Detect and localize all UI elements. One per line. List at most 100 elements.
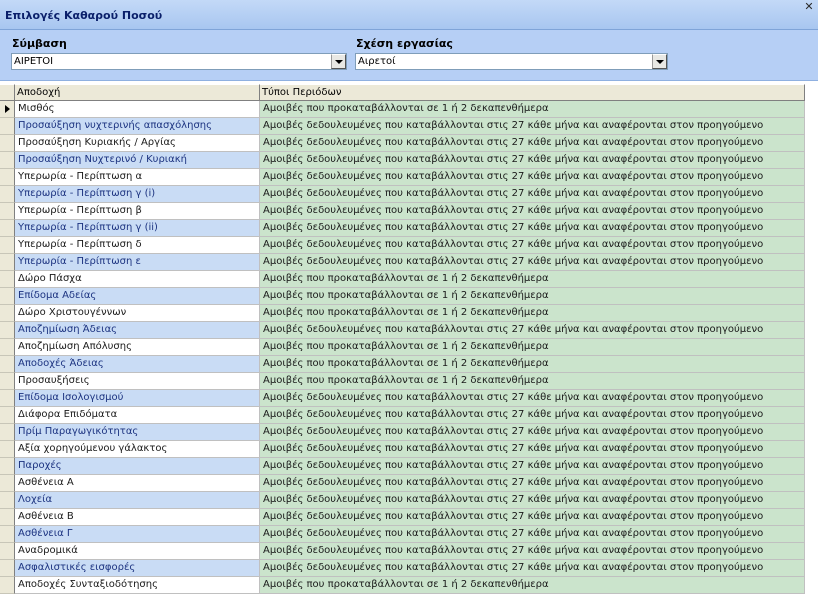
row-selector[interactable] bbox=[0, 339, 15, 356]
row-selector[interactable] bbox=[0, 458, 15, 475]
table-row[interactable]: Ασθένεια Γ Αμοιβές δεδουλευμένες που κατα… bbox=[0, 526, 818, 543]
period-type-cell[interactable]: Αμοιβές δεδουλευμένες που καταβάλλονται … bbox=[260, 152, 805, 169]
earning-cell[interactable]: Ασθένεια Γ bbox=[15, 526, 260, 543]
earning-cell[interactable]: Διάφορα Επιδόματα bbox=[15, 407, 260, 424]
earning-cell[interactable]: Υπερωρία - Περίπτωση γ (i) bbox=[15, 186, 260, 203]
employment-select[interactable]: Αιρετοί bbox=[355, 53, 668, 70]
row-selector[interactable] bbox=[0, 101, 15, 118]
table-row[interactable]: Λοχεία Αμοιβές δεδουλευμένες που καταβάλλ… bbox=[0, 492, 818, 509]
row-selector[interactable] bbox=[0, 560, 15, 577]
period-type-cell[interactable]: Αμοιβές δεδουλευμένες που καταβάλλονται … bbox=[260, 254, 805, 271]
period-type-cell[interactable]: Αμοιβές που προκαταβάλλονται σε 1 ή 2 δε… bbox=[260, 305, 805, 322]
row-selector[interactable] bbox=[0, 288, 15, 305]
earning-cell[interactable]: Αποζημίωση Απόλυσης bbox=[15, 339, 260, 356]
row-selector[interactable] bbox=[0, 220, 15, 237]
chevron-down-icon[interactable] bbox=[331, 54, 346, 69]
period-type-cell[interactable]: Αμοιβές δεδουλευμένες που καταβάλλονται … bbox=[260, 492, 805, 509]
earning-cell[interactable]: Προσαύξηση Νυχτερινό / Κυριακή bbox=[15, 152, 260, 169]
row-selector[interactable] bbox=[0, 577, 15, 594]
period-type-cell[interactable]: Αμοιβές δεδουλευμένες που καταβάλλονται … bbox=[260, 203, 805, 220]
table-row[interactable]: Υπερωρία - Περίπτωση γ (ii) Αμοιβές δεδου… bbox=[0, 220, 818, 237]
earning-cell[interactable]: Ασφαλιστικές εισφορές bbox=[15, 560, 260, 577]
period-type-cell[interactable]: Αμοιβές που προκαταβάλλονται σε 1 ή 2 δε… bbox=[260, 356, 805, 373]
row-selector[interactable] bbox=[0, 237, 15, 254]
earning-cell[interactable]: Επίδομα Αδείας bbox=[15, 288, 260, 305]
table-row[interactable]: Υπερωρία - Περίπτωση β Αμοιβές δεδουλευμέ… bbox=[0, 203, 818, 220]
period-type-cell[interactable]: Αμοιβές δεδουλευμένες που καταβάλλονται … bbox=[260, 118, 805, 135]
table-row[interactable]: Αναδρομικά Αμοιβές δεδουλευμένες που κατα… bbox=[0, 543, 818, 560]
table-row[interactable]: Προσαυξήσεις Αμοιβές που προκαταβάλλονται… bbox=[0, 373, 818, 390]
period-type-cell[interactable]: Αμοιβές δεδουλευμένες που καταβάλλονται … bbox=[260, 407, 805, 424]
earning-cell[interactable]: Αποζημίωση Άδειας bbox=[15, 322, 260, 339]
earning-cell[interactable]: Αποδοχές Συνταξιοδότησης bbox=[15, 577, 260, 594]
row-selector[interactable] bbox=[0, 407, 15, 424]
row-selector[interactable] bbox=[0, 152, 15, 169]
row-selector[interactable] bbox=[0, 305, 15, 322]
earning-cell[interactable]: Προσαύξηση Κυριακής / Αργίας bbox=[15, 135, 260, 152]
period-type-cell[interactable]: Αμοιβές δεδουλευμένες που καταβάλλονται … bbox=[260, 220, 805, 237]
row-selector[interactable] bbox=[0, 509, 15, 526]
row-selector[interactable] bbox=[0, 271, 15, 288]
row-selector[interactable] bbox=[0, 390, 15, 407]
period-type-cell[interactable]: Αμοιβές δεδουλευμένες που καταβάλλονται … bbox=[260, 509, 805, 526]
row-selector[interactable] bbox=[0, 203, 15, 220]
row-selector[interactable] bbox=[0, 373, 15, 390]
earning-cell[interactable]: Προσαύξηση νυχτερινής απασχόλησης bbox=[15, 118, 260, 135]
earning-cell[interactable]: Πρίμ Παραγωγικότητας bbox=[15, 424, 260, 441]
earning-cell[interactable]: Υπερωρία - Περίπτωση ε bbox=[15, 254, 260, 271]
earning-cell[interactable]: Λοχεία bbox=[15, 492, 260, 509]
table-row[interactable]: Αποδοχές Συνταξιοδότησης Αμοιβές που προκ… bbox=[0, 577, 818, 594]
table-row[interactable]: Επίδομα Αδείας Αμοιβές που προκαταβάλλοντ… bbox=[0, 288, 818, 305]
row-selector[interactable] bbox=[0, 475, 15, 492]
earning-cell[interactable]: Αξία χορηγούμενου γάλακτος bbox=[15, 441, 260, 458]
table-row[interactable]: Επίδομα Ισολογισμού Αμοιβές δεδουλευμένες… bbox=[0, 390, 818, 407]
period-type-cell[interactable]: Αμοιβές που προκαταβάλλονται σε 1 ή 2 δε… bbox=[260, 373, 805, 390]
period-type-cell[interactable]: Αμοιβές δεδουλευμένες που καταβάλλονται … bbox=[260, 169, 805, 186]
row-selector[interactable] bbox=[0, 543, 15, 560]
row-selector[interactable] bbox=[0, 254, 15, 271]
period-type-cell[interactable]: Αμοιβές δεδουλευμένες που καταβάλλονται … bbox=[260, 458, 805, 475]
row-selector[interactable] bbox=[0, 135, 15, 152]
table-row[interactable]: Προσαύξηση νυχτερινής απασχόλησης Αμοιβές… bbox=[0, 118, 818, 135]
chevron-down-icon[interactable] bbox=[652, 54, 667, 69]
table-row[interactable]: Ασθένεια Β Αμοιβές δεδουλευμένες που κατα… bbox=[0, 509, 818, 526]
earning-cell[interactable]: Υπερωρία - Περίπτωση β bbox=[15, 203, 260, 220]
earning-cell[interactable]: Υπερωρία - Περίπτωση α bbox=[15, 169, 260, 186]
earning-cell[interactable]: Αναδρομικά bbox=[15, 543, 260, 560]
period-type-cell[interactable]: Αμοιβές δεδουλευμένες που καταβάλλονται … bbox=[260, 135, 805, 152]
table-row[interactable]: Υπερωρία - Περίπτωση δ Αμοιβές δεδουλευμέ… bbox=[0, 237, 818, 254]
period-type-cell[interactable]: Αμοιβές δεδουλευμένες που καταβάλλονται … bbox=[260, 441, 805, 458]
period-type-cell[interactable]: Αμοιβές δεδουλευμένες που καταβάλλονται … bbox=[260, 560, 805, 577]
table-row[interactable]: Πρίμ Παραγωγικότητας Αμοιβές δεδουλευμένε… bbox=[0, 424, 818, 441]
earning-cell[interactable]: Ασθένεια Α bbox=[15, 475, 260, 492]
earning-cell[interactable]: Προσαυξήσεις bbox=[15, 373, 260, 390]
row-selector[interactable] bbox=[0, 169, 15, 186]
period-type-cell[interactable]: Αμοιβές που προκαταβάλλονται σε 1 ή 2 δε… bbox=[260, 101, 805, 118]
table-row[interactable]: Δώρο Χριστουγέννων Αμοιβές που προκαταβάλ… bbox=[0, 305, 818, 322]
earning-cell[interactable]: Μισθός bbox=[15, 101, 260, 118]
table-row[interactable]: Διάφορα Επιδόματα Αμοιβές δεδουλευμένες π… bbox=[0, 407, 818, 424]
period-type-cell[interactable]: Αμοιβές δεδουλευμένες που καταβάλλονται … bbox=[260, 424, 805, 441]
row-selector[interactable] bbox=[0, 186, 15, 203]
row-selector[interactable] bbox=[0, 492, 15, 509]
table-row[interactable]: Παροχές Αμοιβές δεδουλευμένες που καταβάλ… bbox=[0, 458, 818, 475]
earning-cell[interactable]: Δώρο Πάσχα bbox=[15, 271, 260, 288]
table-row[interactable]: Υπερωρία - Περίπτωση ε Αμοιβές δεδουλευμέ… bbox=[0, 254, 818, 271]
table-row[interactable]: Ασθένεια Α Αμοιβές δεδουλευμένες που κατα… bbox=[0, 475, 818, 492]
table-row[interactable]: Υπερωρία - Περίπτωση γ (i) Αμοιβές δεδουλ… bbox=[0, 186, 818, 203]
table-row[interactable]: Αποδοχές Άδειας Αμοιβές που προκαταβάλλον… bbox=[0, 356, 818, 373]
period-type-cell[interactable]: Αμοιβές δεδουλευμένες που καταβάλλονται … bbox=[260, 322, 805, 339]
period-type-cell[interactable]: Αμοιβές δεδουλευμένες που καταβάλλονται … bbox=[260, 186, 805, 203]
period-type-cell[interactable]: Αμοιβές δεδουλευμένες που καταβάλλονται … bbox=[260, 543, 805, 560]
earning-cell[interactable]: Ασθένεια Β bbox=[15, 509, 260, 526]
contract-select[interactable]: ΑΙΡΕΤΟΙ bbox=[11, 53, 347, 70]
earning-cell[interactable]: Επίδομα Ισολογισμού bbox=[15, 390, 260, 407]
close-icon[interactable]: ✕ bbox=[802, 0, 816, 14]
row-selector[interactable] bbox=[0, 118, 15, 135]
table-row[interactable]: Προσαύξηση Κυριακής / Αργίας Αμοιβές δεδο… bbox=[0, 135, 818, 152]
earning-cell[interactable]: Υπερωρία - Περίπτωση γ (ii) bbox=[15, 220, 260, 237]
column-header-earning[interactable]: Αποδοχή bbox=[15, 84, 260, 101]
earning-cell[interactable]: Αποδοχές Άδειας bbox=[15, 356, 260, 373]
period-type-cell[interactable]: Αμοιβές δεδουλευμένες που καταβάλλονται … bbox=[260, 390, 805, 407]
row-selector[interactable] bbox=[0, 356, 15, 373]
